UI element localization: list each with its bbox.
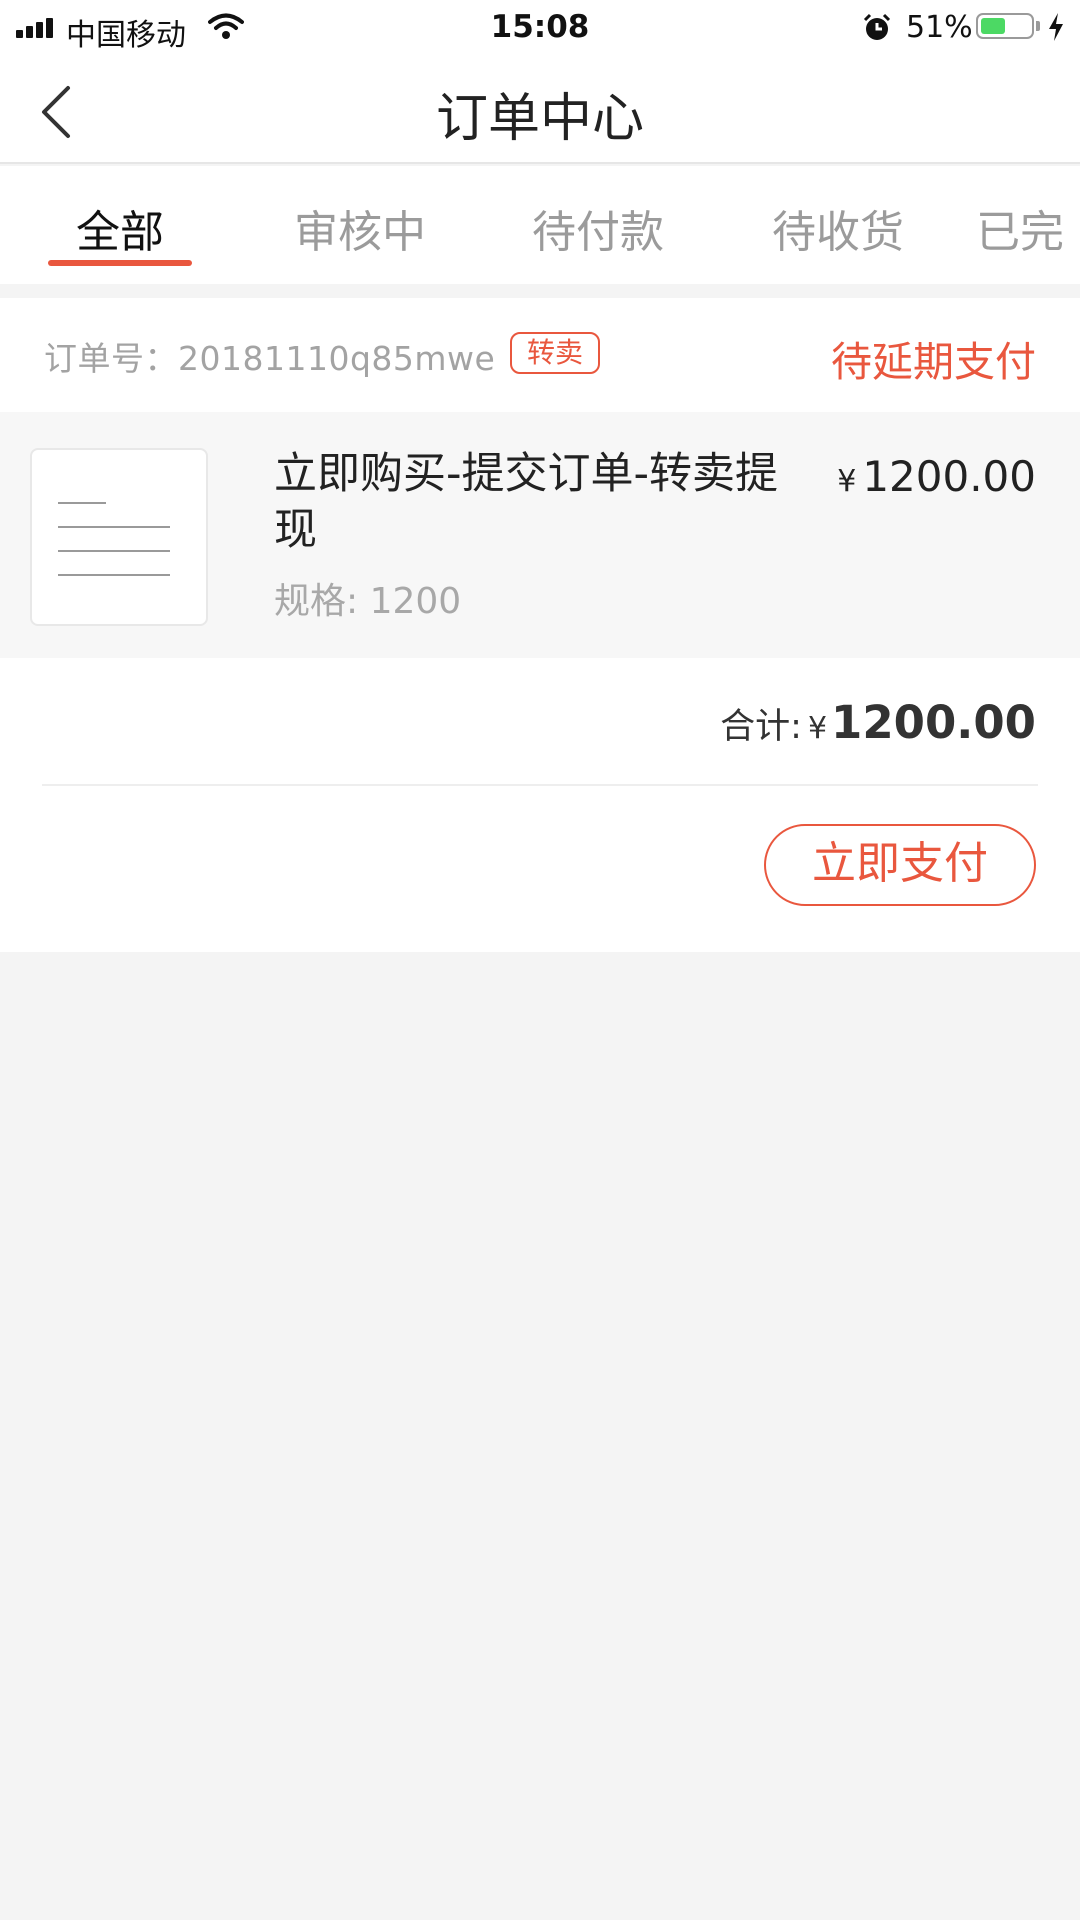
active-tab-indicator [48, 260, 192, 266]
order-status: 待延期支付 [831, 338, 1036, 386]
product-row[interactable]: 立即购买-提交订单-转卖提现 规格: 1200 ¥1200.00 [0, 412, 1080, 658]
order-total: 合计: ¥1200.00 [720, 696, 1036, 749]
divider [42, 784, 1038, 786]
battery-level-fill [981, 18, 1005, 34]
product-spec: 规格: 1200 [274, 581, 462, 622]
nav-bar: 订单中心 [0, 56, 1080, 164]
charging-icon [1049, 13, 1063, 41]
tab-pending-payment[interactable]: 待付款 [498, 196, 698, 260]
product-price: ¥1200.00 [837, 452, 1036, 501]
order-header: 订单号：20181110q85mwe 转卖 待延期支付 [0, 298, 1080, 412]
product-thumbnail [30, 448, 208, 626]
alarm-icon [863, 13, 891, 40]
thumbnail-text-line [58, 550, 170, 552]
total-label: 合计: [720, 707, 802, 747]
product-title: 立即购买-提交订单-转卖提现 [274, 449, 779, 555]
total-value: 1200.00 [831, 696, 1036, 749]
total-currency-symbol: ¥ [807, 711, 828, 746]
pay-now-button[interactable]: 立即支付 [764, 824, 1036, 906]
tab-all[interactable]: 全部 [20, 196, 220, 260]
tab-completed[interactable]: 已完 [976, 196, 1064, 260]
battery-icon [976, 13, 1034, 39]
order-number: 订单号：20181110q85mwe [44, 339, 496, 378]
page-title: 订单中心 [435, 89, 644, 149]
battery-percent: 51% [906, 10, 973, 45]
thumbnail-text-line [58, 526, 170, 528]
order-card[interactable]: 订单号：20181110q85mwe 转卖 待延期支付 立即购买-提交订单-转卖… [0, 298, 1080, 952]
battery-cap [1036, 21, 1040, 31]
resale-badge: 转卖 [510, 332, 600, 374]
order-center-screen: 中国移动 15:08 51% 订单中心 全部 审核中 待付款 待收货 已完 订单… [0, 0, 1080, 1920]
tab-under-review[interactable]: 审核中 [260, 196, 460, 260]
thumbnail-text-line [58, 502, 106, 504]
currency-symbol: ¥ [837, 464, 857, 499]
order-tabs: 全部 审核中 待付款 待收货 已完 [0, 166, 1080, 284]
tab-pending-receipt[interactable]: 待收货 [738, 196, 938, 260]
status-bar: 中国移动 15:08 51% [0, 0, 1080, 56]
price-value: 1200.00 [862, 452, 1036, 501]
thumbnail-text-line [58, 574, 170, 576]
total-row: 合计: ¥1200.00 [0, 658, 1080, 784]
